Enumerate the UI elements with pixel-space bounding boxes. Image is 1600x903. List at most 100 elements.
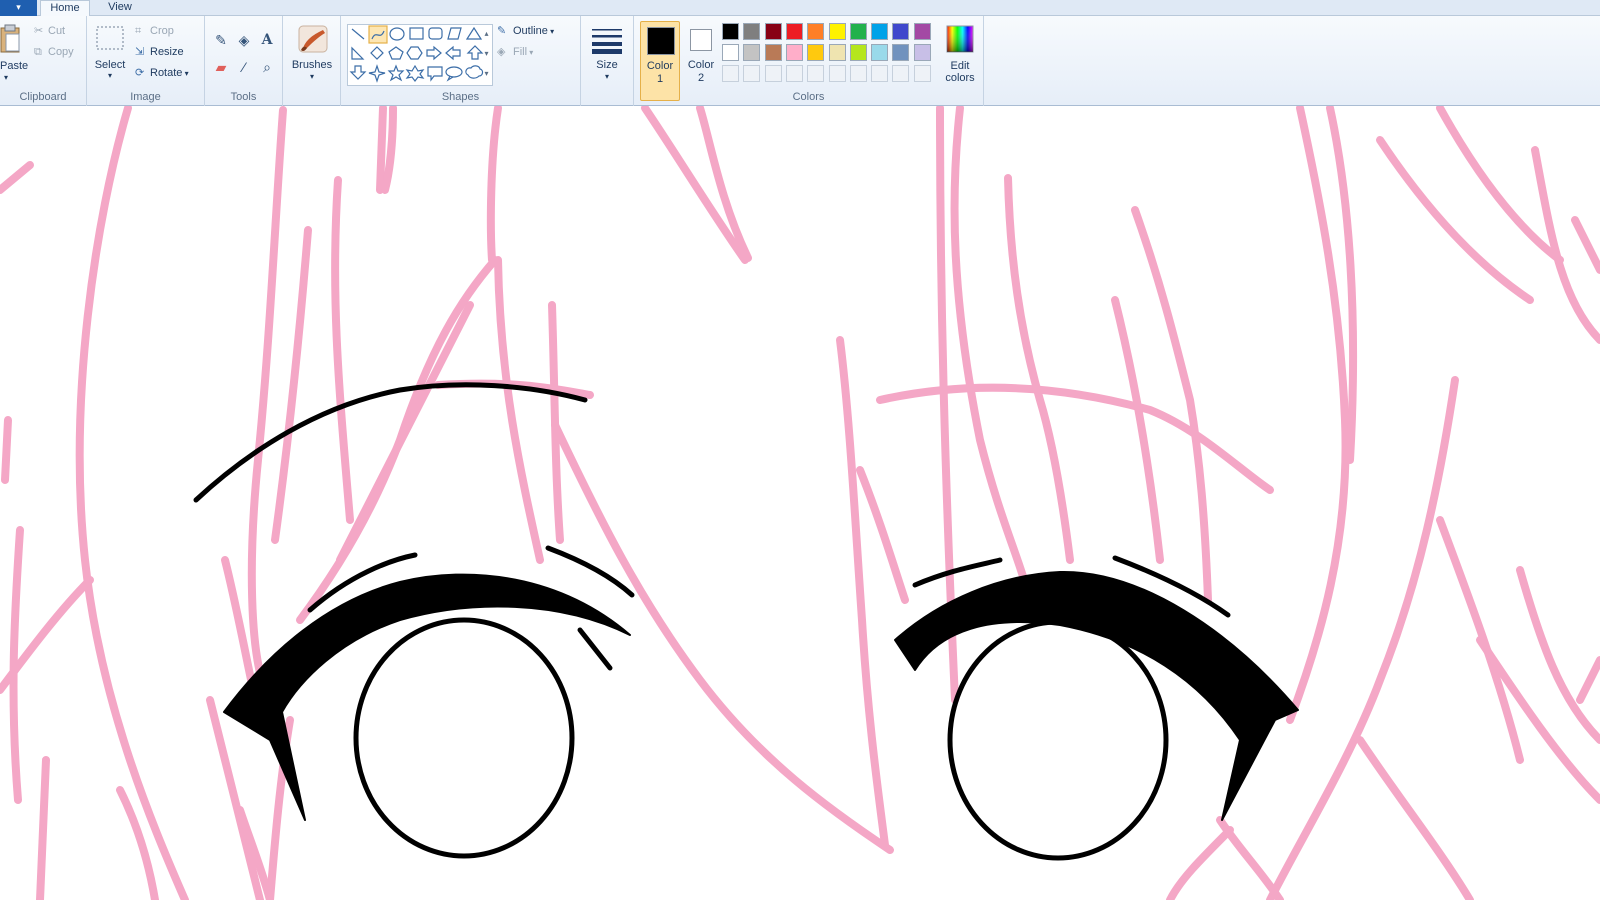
- image-group: Select ▾ ⌗ Crop ⇲ Resize ⟳ Rotate ▾ Image: [87, 16, 205, 106]
- paste-label: Paste: [0, 60, 29, 72]
- four-point-star-shape-icon[interactable]: [368, 64, 386, 83]
- color-swatch[interactable]: [892, 23, 910, 40]
- fill-icon[interactable]: ◈: [234, 30, 254, 50]
- tab-view[interactable]: View: [100, 0, 140, 17]
- edit-colors-button[interactable]: Edit colors: [940, 22, 980, 94]
- oval-shape-icon[interactable]: [389, 27, 405, 41]
- hexagon-shape-icon[interactable]: [406, 46, 423, 60]
- color-swatch[interactable]: [807, 44, 825, 61]
- color-swatch[interactable]: [871, 44, 889, 61]
- polygon-shape-icon[interactable]: [447, 27, 462, 40]
- rotate-icon: ⟳: [135, 67, 145, 79]
- resize-label: Resize: [150, 46, 184, 58]
- five-point-star-shape-icon[interactable]: [387, 64, 405, 82]
- cut-button[interactable]: ✂ Cut: [34, 22, 65, 40]
- fill-bucket-icon: ◈: [497, 46, 506, 58]
- oval-callout-shape-icon[interactable]: [445, 66, 463, 82]
- brushes-button[interactable]: Brushes ▾: [289, 22, 335, 88]
- copy-label: Copy: [48, 46, 74, 58]
- select-dropdown-icon: ▾: [107, 71, 112, 80]
- resize-button[interactable]: ⇲ Resize: [135, 43, 184, 61]
- six-point-star-shape-icon[interactable]: [405, 64, 425, 82]
- shapes-gallery-scroll[interactable]: ▴ ▾ ▾: [480, 24, 493, 86]
- custom-color-slot[interactable]: [892, 65, 910, 82]
- edit-colors-label: Edit: [950, 60, 970, 72]
- color-swatch[interactable]: [764, 23, 782, 40]
- curve-shape-icon[interactable]: [368, 25, 388, 44]
- copy-button[interactable]: ⧉ Copy: [34, 43, 74, 61]
- outline-icon: ✎: [497, 25, 507, 37]
- color-swatch[interactable]: [743, 44, 761, 61]
- color-swatch[interactable]: [722, 44, 739, 61]
- image-group-label: Image: [130, 91, 161, 103]
- size-group: Size ▾: [581, 16, 634, 106]
- color-swatch[interactable]: [913, 44, 931, 61]
- shapes-gallery-icons: [349, 25, 484, 83]
- color-swatch[interactable]: [785, 44, 803, 61]
- fill-label: Fill: [513, 46, 528, 58]
- left-outer-lash-2: [577, 627, 613, 671]
- color-swatch[interactable]: [849, 44, 867, 61]
- right-arrow-shape-icon[interactable]: [426, 45, 442, 61]
- color-swatch[interactable]: [764, 44, 782, 61]
- custom-color-slot[interactable]: [913, 65, 931, 82]
- down-arrow-shape-icon[interactable]: [349, 65, 367, 80]
- resize-icon: ⇲: [135, 46, 145, 58]
- clipboard-group-label: Clipboard: [19, 91, 67, 103]
- tools-group-label: Tools: [230, 91, 257, 103]
- size-dropdown-icon: ▾: [604, 72, 609, 81]
- tab-view-label: View: [108, 1, 132, 13]
- left-arrow-shape-icon[interactable]: [445, 45, 461, 61]
- rectangle-shape-icon[interactable]: [409, 27, 424, 40]
- crop-button[interactable]: ⌗ Crop: [135, 22, 174, 40]
- select-button[interactable]: Select ▾: [93, 22, 127, 84]
- color-swatch[interactable]: [785, 23, 803, 40]
- color-picker-icon[interactable]: ⁄: [234, 57, 254, 77]
- right-triangle-shape-icon[interactable]: [351, 46, 365, 60]
- scissors-icon: ✂: [34, 25, 44, 37]
- paste-dropdown-icon: ▾: [4, 73, 9, 82]
- rounded-rectangle-shape-icon[interactable]: [428, 27, 443, 40]
- pentagon-shape-icon[interactable]: [388, 46, 404, 60]
- diamond-shape-icon[interactable]: [370, 46, 384, 60]
- file-menu-button[interactable]: ▾: [0, 0, 37, 16]
- triangle-shape-icon[interactable]: [465, 26, 483, 40]
- color-swatch[interactable]: [743, 23, 761, 40]
- custom-color-slot[interactable]: [871, 65, 889, 82]
- outline-button[interactable]: ✎ Outline ▾: [497, 22, 554, 40]
- shapes-group: ▴ ▾ ▾ ✎ Outline ▾ ◈ Fill ▾ Shapes: [341, 16, 581, 106]
- custom-color-slot[interactable]: [764, 65, 782, 82]
- color-swatch[interactable]: [913, 23, 931, 40]
- rotate-button[interactable]: ⟳ Rotate ▾: [135, 64, 189, 82]
- line-shape-icon[interactable]: [351, 28, 365, 40]
- custom-color-slot[interactable]: [807, 65, 825, 82]
- drawing-canvas[interactable]: [0, 104, 1600, 903]
- custom-color-slot[interactable]: [722, 65, 739, 82]
- brushes-dropdown-icon: ▾: [309, 72, 314, 81]
- custom-color-slot[interactable]: [743, 65, 761, 82]
- eraser-icon[interactable]: ▰: [211, 57, 231, 77]
- rectangular-callout-shape-icon[interactable]: [427, 66, 443, 82]
- text-icon[interactable]: A: [257, 30, 277, 50]
- color-swatch[interactable]: [828, 23, 846, 40]
- color-swatch[interactable]: [722, 23, 739, 40]
- pencil-icon[interactable]: ✎: [211, 30, 231, 50]
- paste-button[interactable]: Paste ▾: [0, 22, 29, 88]
- magnifier-icon[interactable]: ⌕: [257, 57, 277, 77]
- size-label: Size: [596, 59, 618, 71]
- tab-home[interactable]: Home: [40, 0, 90, 17]
- color-swatch[interactable]: [849, 23, 867, 40]
- shapes-group-label: Shapes: [441, 91, 480, 103]
- color-swatch[interactable]: [828, 44, 846, 61]
- size-button[interactable]: Size ▾: [587, 22, 627, 88]
- color-swatch[interactable]: [807, 23, 825, 40]
- custom-color-slot[interactable]: [785, 65, 803, 82]
- custom-color-slot[interactable]: [849, 65, 867, 82]
- selection-rectangle-icon: [96, 26, 124, 50]
- file-menu-chevron: ▾: [16, 2, 21, 12]
- shapes-gallery: [347, 24, 493, 86]
- custom-color-slot[interactable]: [828, 65, 846, 82]
- color-swatch[interactable]: [871, 23, 889, 40]
- color-swatch[interactable]: [892, 44, 910, 61]
- fill-button[interactable]: ◈ Fill ▾: [497, 43, 533, 61]
